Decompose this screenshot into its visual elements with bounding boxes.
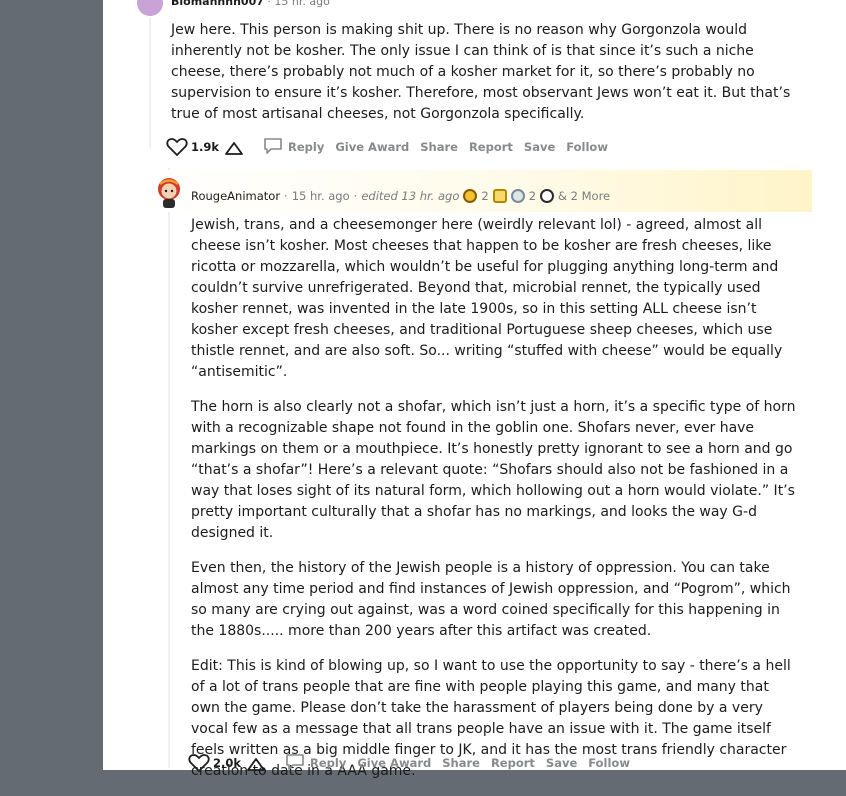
vote-count: 1.9k <box>191 140 220 154</box>
comment-body: Jew here. This person is making shit up.… <box>171 22 791 122</box>
username[interactable]: Blomahhhh007 <box>171 0 264 8</box>
upvote-heart-icon[interactable] <box>166 136 188 158</box>
save-button[interactable]: Save <box>546 756 577 770</box>
comment-actions: 1.9k Reply Give Award Share Report Save … <box>166 136 608 158</box>
comment-actions: 2.0k Reply Give Award Share Report Save … <box>188 752 630 774</box>
award-count: 2 <box>528 189 537 203</box>
share-button[interactable]: Share <box>420 140 458 154</box>
meta-separator: · <box>284 189 288 203</box>
reply-label: Reply <box>310 756 347 770</box>
comment-paragraph: Jewish, trans, and a cheesemonger here (… <box>191 217 783 380</box>
reply-bubble-icon <box>285 753 305 774</box>
comment-age: 15 hr. ago <box>291 189 350 203</box>
comment-body: Jewish, trans, and a cheesemonger here (… <box>191 215 796 796</box>
report-button[interactable]: Report <box>491 756 535 770</box>
award-icon[interactable] <box>540 189 555 203</box>
reply-bubble-icon <box>263 137 283 158</box>
give-award-button[interactable]: Give Award <box>357 756 431 770</box>
upvote-heart-icon[interactable] <box>188 752 210 774</box>
comment-paragraph: The horn is also clearly not a shofar, w… <box>191 399 796 541</box>
more-awards[interactable]: & 2 More <box>558 189 610 203</box>
award-count: 2 <box>481 189 489 203</box>
award-icon[interactable] <box>463 189 478 203</box>
avatar[interactable] <box>154 176 184 210</box>
vote-count: 2.0k <box>213 756 242 770</box>
share-button[interactable]: Share <box>442 756 480 770</box>
meta-separator: · <box>267 0 271 8</box>
comment-meta: Blomahhhh007 · 15 hr. ago <box>171 0 330 8</box>
meta-separator: · <box>353 189 358 203</box>
reply-label: Reply <box>288 140 325 154</box>
comment-age: 15 hr. ago <box>274 0 330 8</box>
give-award-button[interactable]: Give Award <box>335 140 409 154</box>
thread-line[interactable] <box>168 168 170 768</box>
username[interactable]: RougeAnimator <box>191 189 280 203</box>
report-button[interactable]: Report <box>469 140 513 154</box>
reply-button[interactable]: Reply <box>285 753 346 774</box>
comment-paragraph: Even then, the history of the Jewish peo… <box>191 560 791 639</box>
award-icon[interactable] <box>492 189 507 203</box>
downvote-icon[interactable] <box>245 752 267 774</box>
edited-label: edited 13 hr. ago <box>361 189 460 203</box>
follow-button[interactable]: Follow <box>566 140 608 154</box>
thread-line[interactable] <box>149 18 151 148</box>
save-button[interactable]: Save <box>524 140 555 154</box>
downvote-icon[interactable] <box>223 136 245 158</box>
award-icon[interactable] <box>510 189 525 203</box>
follow-button[interactable]: Follow <box>588 756 630 770</box>
reply-button[interactable]: Reply <box>263 137 324 158</box>
comment-meta: RougeAnimator · 15 hr. ago · edited 13 h… <box>191 189 610 203</box>
